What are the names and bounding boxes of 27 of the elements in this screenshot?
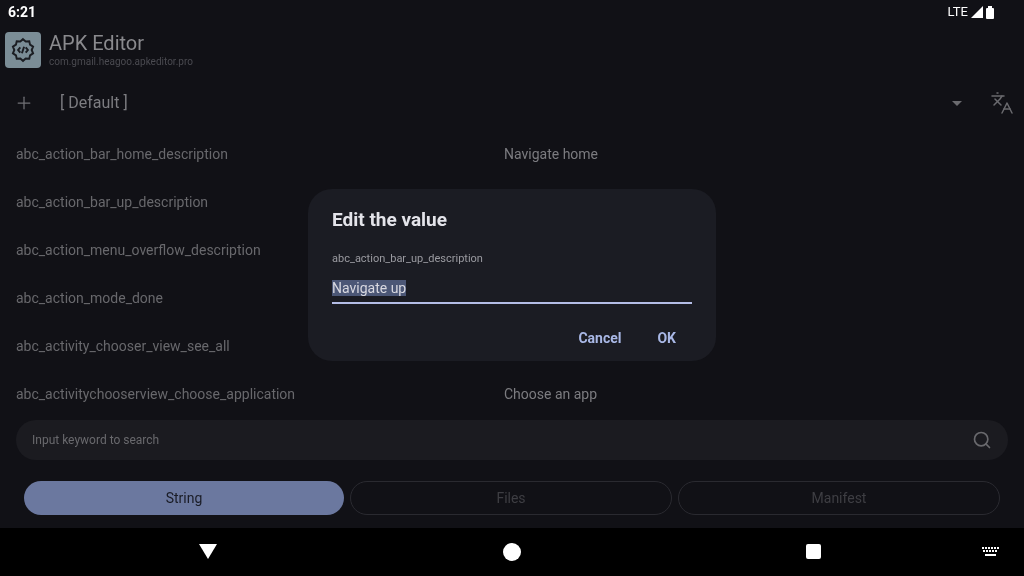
app-title: APK Editor [49,31,146,55]
network-label: LTE [947,3,968,22]
search-icon[interactable] [972,430,992,450]
signal-icon [971,6,983,18]
value-field[interactable]: Navigate up [332,275,692,304]
value-text: Navigate up [332,279,407,296]
string-key[interactable]: abc_action_bar_home_description [0,143,504,165]
package-name: com.gmail.heagoo.apkeditor.pro [49,55,193,69]
search-field[interactable]: Input keyword to search [16,420,1008,460]
language-selector[interactable]: [ Default ] [60,91,952,115]
dialog-title: Edit the value [332,207,449,233]
battery-icon [986,5,994,19]
search-placeholder: Input keyword to search [32,432,161,449]
dialog-button[interactable]: Cancel [570,327,630,349]
tab[interactable]: String [24,481,344,515]
keyboard-icon[interactable] [982,547,999,557]
dialog-button[interactable]: OK [649,327,684,349]
translate-icon[interactable] [990,91,1014,115]
string-value[interactable]: Navigate home [504,143,599,165]
field-label: abc_action_bar_up_description [332,251,484,267]
home-icon[interactable] [503,543,521,561]
string-value[interactable]: Choose an app [504,383,598,405]
string-key[interactable]: abc_activitychooserview_choose_application [0,383,504,405]
back-icon[interactable] [199,544,217,559]
dropdown-caret-icon[interactable] [952,100,962,106]
status-time: 6:21 [8,2,37,22]
app-icon [5,32,41,68]
